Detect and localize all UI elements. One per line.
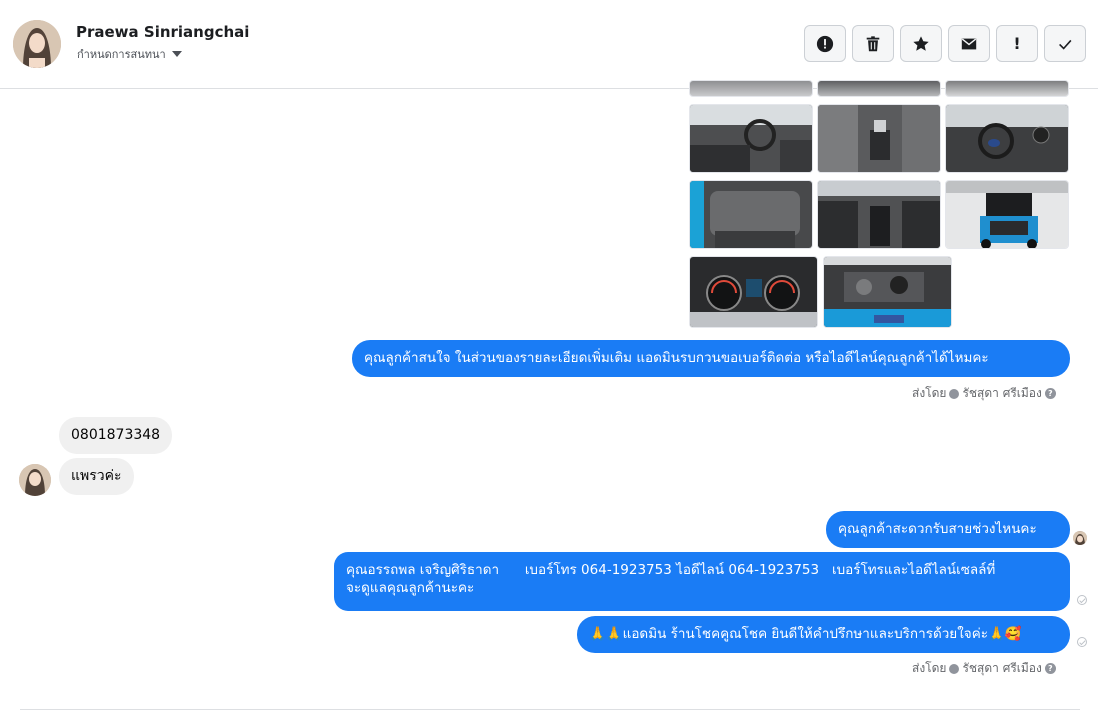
- car-engine-image: [824, 257, 951, 327]
- photo-thumbnail[interactable]: [945, 80, 1069, 97]
- sent-by-info: ส่งโดย รัชสุดา ศรีเมือง ?: [912, 659, 1056, 678]
- star-button[interactable]: [900, 25, 942, 62]
- car-interior-image: [946, 105, 1068, 172]
- alert-circle-icon: [816, 35, 834, 52]
- sent-by-prefix: ส่งโดย: [912, 386, 947, 400]
- mark-unread-button[interactable]: [948, 25, 990, 62]
- outgoing-message: คุณอรรถพล เจริญศิริธาดา เบอร์โทร 064-192…: [334, 552, 1070, 611]
- message-text: แพรวค่ะ: [71, 468, 122, 484]
- photo-thumbnail[interactable]: [689, 80, 813, 97]
- message-text-line: คุณอรรถพล เจริญศิริธาดา เบอร์โทร 064-192…: [346, 562, 996, 578]
- sent-by-info: ส่งโดย รัชสุดา ศรีเมือง ?: [912, 384, 1056, 403]
- star-icon: [913, 35, 929, 51]
- conversation-status-dropdown[interactable]: กำหนดการสนทนา: [77, 45, 182, 63]
- photo-thumbnail[interactable]: [689, 256, 818, 328]
- conversation-status-label: กำหนดการสนทนา: [77, 48, 166, 61]
- outgoing-message: 🙏🙏แอดมิน ร้านโชคคูณโชค ยินดีให้คำปรึกษาแ…: [577, 616, 1070, 653]
- car-interior-image: [818, 181, 940, 248]
- contact-avatar-small[interactable]: [19, 464, 51, 496]
- message-text: คุณลูกค้าสนใจ ในส่วนของรายละเอียดเพิ่มเต…: [364, 350, 989, 366]
- sent-by-name[interactable]: รัชสุดา ศรีเมือง: [962, 659, 1041, 678]
- photo-thumbnail[interactable]: [945, 180, 1069, 249]
- important-button[interactable]: !: [996, 25, 1038, 62]
- outgoing-message: คุณลูกค้าสะดวกรับสายช่วงไหนคะ: [826, 511, 1070, 548]
- conversation-header: Praewa Sinriangchai กำหนดการสนทนา !: [0, 0, 1098, 89]
- conversation-toolbar: !: [804, 25, 1086, 62]
- delivered-check-icon: [1077, 595, 1087, 605]
- help-icon[interactable]: ?: [1044, 388, 1056, 399]
- photo-thumbnail[interactable]: [689, 180, 813, 249]
- message-text: 🙏🙏แอดมิน ร้านโชคคูณโชค ยินดีให้คำปรึกษาแ…: [589, 626, 1022, 642]
- delete-button[interactable]: [852, 25, 894, 62]
- mark-spam-button[interactable]: [804, 25, 846, 62]
- car-interior-image: [690, 105, 812, 172]
- message-text: คุณลูกค้าสะดวกรับสายช่วงไหนคะ: [838, 521, 1037, 537]
- car-rear-trunk-image: [946, 181, 1068, 248]
- car-dashboard-image: [690, 257, 817, 327]
- car-interior-image: [818, 105, 940, 172]
- car-interior-image: [690, 181, 812, 248]
- envelope-icon: [961, 38, 977, 49]
- delivered-check-icon: [1077, 637, 1087, 647]
- incoming-message: 0801873348: [59, 417, 173, 454]
- contact-avatar[interactable]: [13, 20, 61, 68]
- photo-thumbnail[interactable]: [823, 256, 952, 328]
- message-text: 0801873348: [71, 427, 161, 443]
- photo-thumbnail[interactable]: [817, 104, 941, 173]
- photo-thumbnail[interactable]: [945, 104, 1069, 173]
- composer-divider: [20, 709, 1080, 710]
- gear-icon: [949, 388, 960, 399]
- photo-thumbnail[interactable]: [689, 104, 813, 173]
- contact-name[interactable]: Praewa Sinriangchai: [76, 23, 249, 41]
- caret-down-icon: [171, 51, 182, 57]
- mark-done-button[interactable]: [1044, 25, 1086, 62]
- sent-by-name[interactable]: รัชสุดา ศรีเมือง: [962, 384, 1041, 403]
- incoming-message: แพรวค่ะ: [59, 458, 134, 495]
- message-text-line: จะดูแลคุณลูกค้านะคะ: [346, 580, 475, 596]
- sent-by-prefix: ส่งโดย: [912, 661, 947, 675]
- help-icon[interactable]: ?: [1044, 663, 1056, 674]
- photo-thumbnail[interactable]: [817, 80, 941, 97]
- trash-icon: [866, 35, 880, 51]
- gear-icon: [949, 663, 960, 674]
- checkmark-icon: [1059, 39, 1072, 50]
- outgoing-message: คุณลูกค้าสนใจ ในส่วนของรายละเอียดเพิ่มเต…: [352, 340, 1070, 377]
- seen-avatar: [1073, 531, 1087, 545]
- photo-thumbnail[interactable]: [817, 180, 941, 249]
